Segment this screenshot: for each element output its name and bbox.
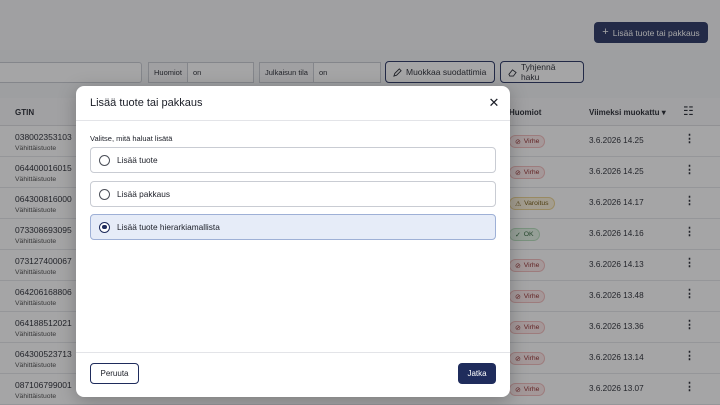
radio-button[interactable] — [99, 221, 110, 233]
radio-button[interactable] — [99, 188, 110, 200]
option-add-package[interactable]: Lisää pakkaus — [90, 181, 496, 207]
option-add-product[interactable]: Lisää tuote — [90, 147, 496, 173]
add-product-dialog: Lisää tuote tai pakkaus ✕ Valitse, mitä … — [76, 86, 510, 397]
option-add-from-hierarchy-template[interactable]: Lisää tuote hierarkiamallista — [90, 214, 496, 240]
cancel-button[interactable]: Peruuta — [90, 363, 139, 384]
continue-button[interactable]: Jatka — [458, 363, 496, 384]
dialog-header: Lisää tuote tai pakkaus ✕ — [76, 86, 510, 121]
dialog-instruction: Valitse, mitä haluat lisätä — [90, 134, 173, 143]
radio-button[interactable] — [99, 154, 110, 166]
dialog-title: Lisää tuote tai pakkaus — [90, 97, 203, 109]
option-label: Lisää tuote — [117, 155, 158, 165]
option-label: Lisää tuote hierarkiamallista — [117, 222, 220, 232]
radio-selected-dot — [102, 224, 107, 230]
option-label: Lisää pakkaus — [117, 189, 171, 199]
close-icon[interactable]: ✕ — [486, 95, 502, 111]
dialog-footer: Peruuta Jatka — [76, 352, 510, 397]
